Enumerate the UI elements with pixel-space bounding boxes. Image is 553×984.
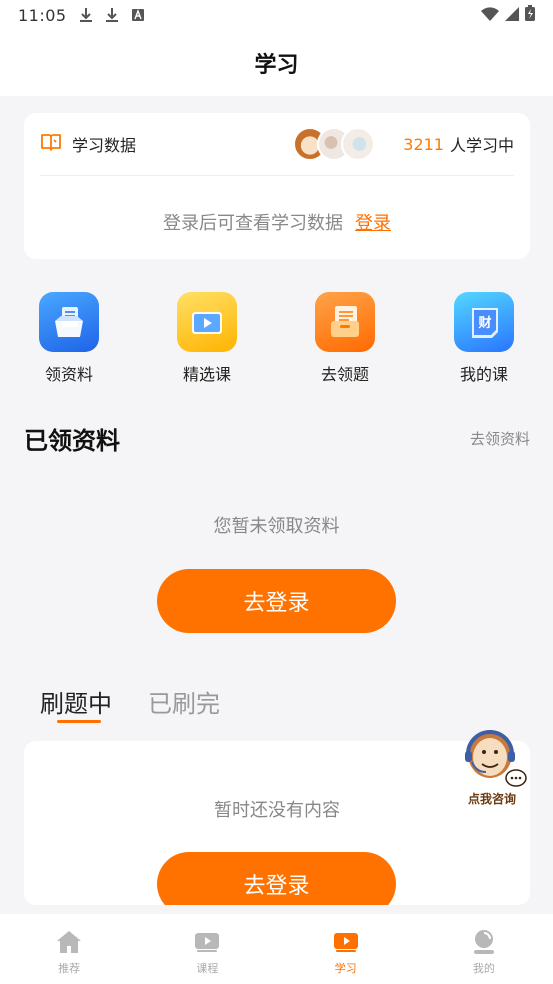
- download-icon: [79, 7, 93, 23]
- nav-item-recommend[interactable]: 推荐: [0, 914, 138, 984]
- avatar: [341, 127, 376, 161]
- nav-item-course[interactable]: 课程: [138, 914, 276, 984]
- study-data-card: 学习数据 3211 人学习中 登录后可查看学习数据 登录: [24, 113, 530, 259]
- course-icon: [194, 930, 220, 954]
- practice-login-button[interactable]: 去登录: [157, 852, 396, 905]
- login-prompt: 登录后可查看学习数据 登录: [24, 207, 530, 237]
- practice-tabs: 刷题中 已刷完: [40, 684, 220, 728]
- learners-count: 3211: [403, 134, 444, 154]
- quick-entries: 领资料 精选课 去领题 财 我的课: [0, 292, 553, 388]
- nav-label: 学习: [334, 962, 357, 975]
- home-icon: [56, 930, 82, 954]
- entry-materials[interactable]: 领资料: [19, 292, 119, 385]
- nav-label: 课程: [196, 962, 219, 975]
- materials-empty-text: 您暂未领取资料: [213, 516, 340, 537]
- nav-label: 推荐: [58, 962, 81, 975]
- featured-course-icon: [177, 292, 237, 352]
- get-materials-link[interactable]: 去领资料: [470, 428, 530, 449]
- mascot-label: 点我咨询: [467, 792, 516, 806]
- get-questions-icon: [315, 292, 375, 352]
- login-button[interactable]: 去登录: [157, 569, 396, 633]
- status-bar: 11:05: [0, 0, 553, 30]
- divider: [40, 175, 514, 176]
- nav-label: 我的: [472, 962, 495, 975]
- nav-item-study[interactable]: 学习: [277, 914, 415, 984]
- my-course-icon: 财: [454, 292, 514, 352]
- materials-icon: [39, 292, 99, 352]
- app-header: 学习: [0, 30, 553, 96]
- battery-icon: [525, 5, 535, 25]
- learner-avatars: [293, 127, 376, 161]
- study-icon: [333, 930, 359, 954]
- entry-get-questions[interactable]: 去领题: [295, 292, 395, 385]
- section-title: 已领资料: [24, 426, 120, 455]
- bottom-nav: 推荐 课程 学习 我的: [0, 914, 553, 984]
- status-time: 11:05: [18, 5, 67, 25]
- entry-featured-course[interactable]: 精选课: [157, 292, 257, 385]
- login-hint: 登录后可查看学习数据: [163, 213, 343, 234]
- entry-my-course[interactable]: 财 我的课: [434, 292, 534, 385]
- entry-label: 精选课: [182, 365, 231, 384]
- keyboard-a-icon: [131, 7, 145, 23]
- download-icon: [105, 7, 119, 23]
- learners-counter: 3211 人学习中: [403, 132, 514, 156]
- entry-label: 去领题: [320, 365, 369, 384]
- entry-label: 领资料: [44, 365, 93, 384]
- tab-completed[interactable]: 已刷完: [148, 684, 220, 728]
- tab-active-indicator: [57, 720, 101, 723]
- tab-label: 已刷完: [148, 690, 220, 718]
- practice-card: 暂时还没有内容 去登录: [24, 741, 530, 905]
- mascot-icon: [465, 730, 527, 787]
- signal-icon: [505, 6, 519, 25]
- wifi-icon: [481, 6, 499, 25]
- svg-text:财: 财: [478, 315, 491, 331]
- study-data-header: 学习数据 3211 人学习中: [40, 127, 514, 161]
- practice-empty-text: 暂时还没有内容: [214, 800, 340, 821]
- study-data-title: 学习数据: [72, 136, 137, 155]
- tab-label: 刷题中: [40, 690, 112, 718]
- nav-item-profile[interactable]: 我的: [415, 914, 553, 984]
- materials-section-header: 已领资料 去领资料: [24, 420, 530, 456]
- page-title: 学习: [254, 53, 299, 78]
- login-link[interactable]: 登录: [355, 209, 391, 235]
- learners-label: 人学习中: [449, 136, 514, 155]
- profile-icon: [471, 930, 497, 954]
- tab-in-progress[interactable]: 刷题中: [40, 684, 112, 728]
- entry-label: 我的课: [459, 365, 508, 384]
- consult-mascot[interactable]: 点我咨询: [460, 724, 530, 810]
- book-icon: [40, 132, 62, 156]
